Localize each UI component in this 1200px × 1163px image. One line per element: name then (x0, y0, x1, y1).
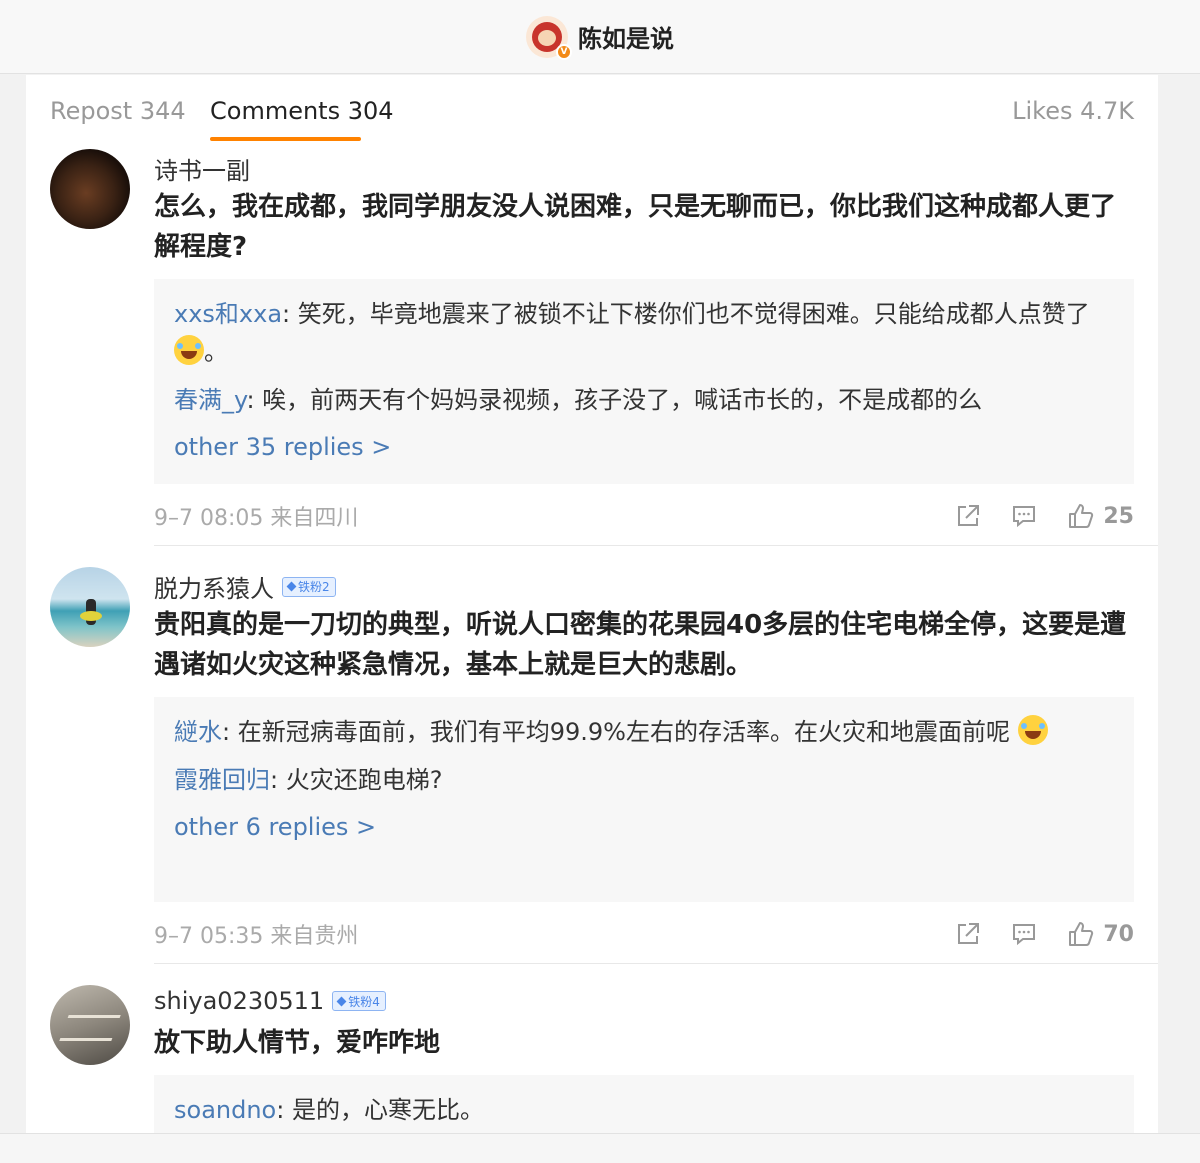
reply-item: soandno: 是的，心寒无比。 (174, 1091, 1114, 1129)
comment-divider (154, 545, 1158, 546)
more-replies-link[interactable]: other 35 replies > (174, 429, 1114, 465)
comment-text: 贵阳真的是一刀切的典型，听说人口密集的花果园40多层的住宅电梯全停，这要是遭遇诸… (154, 610, 1127, 680)
reply-username[interactable]: 縌水 (174, 718, 222, 746)
tab-bar: Repost 344 Comments 304 Likes 4.7K (26, 75, 1158, 147)
laughing-tears-emoji-icon (1017, 715, 1048, 745)
top-bar: V 陈如是说 (0, 0, 1200, 74)
avatar-skeleton (59, 1015, 121, 1041)
reply-separator: : (282, 300, 298, 328)
comment-username-row: 诗书一副 (154, 151, 250, 186)
reply-text: 是的，心寒无比。 (291, 1096, 484, 1124)
reply-item: xxs和xxa: 笑死，毕竟地震来了被锁不让下楼你们也不觉得困难。只能给成都人点… (174, 295, 1114, 371)
comment-text: 放下助人情节，爱咋咋地 (154, 1028, 441, 1058)
comment-actions: 25 (955, 502, 1134, 530)
account-name[interactable]: 陈如是说 (578, 19, 674, 54)
comment-icon[interactable] (1011, 921, 1037, 947)
comment-divider (154, 963, 1158, 964)
fan-badge-label: 铁粉4 (348, 994, 380, 1009)
thumbs-up-icon (1069, 922, 1094, 946)
comment-username[interactable]: shiya0230511 (154, 987, 324, 1015)
tab-repost[interactable]: Repost 344 (50, 97, 186, 125)
more-replies-link[interactable]: other 6 replies > (174, 809, 1114, 845)
reply-separator: : (222, 718, 238, 746)
reply-username[interactable]: 春满_y (174, 386, 246, 414)
reply-text: 唉，前两天有个妈妈录视频，孩子没了，喊话市长的，不是成都的么 (262, 386, 983, 414)
fan-badge: 铁粉2 (282, 576, 336, 597)
monkey-muzzle (538, 29, 556, 46)
user-avatar[interactable] (50, 149, 130, 229)
like-button[interactable]: 25 (1067, 502, 1134, 530)
avatar-float-ring (80, 611, 102, 621)
reply-item: 縌水: 在新冠病毒面前，我们有平均99.9%左右的存活率。在火灾和地震面前呢 (174, 713, 1114, 751)
reply-box: 縌水: 在新冠病毒面前，我们有平均99.9%左右的存活率。在火灾和地震面前呢 霞… (154, 697, 1134, 902)
reply-box: xxs和xxa: 笑死，毕竟地震来了被锁不让下楼你们也不觉得困难。只能给成都人点… (154, 279, 1134, 484)
fan-badge: 铁粉4 (332, 991, 386, 1011)
share-icon[interactable] (955, 503, 981, 529)
user-avatar[interactable] (50, 567, 130, 647)
reply-separator: : (276, 1096, 292, 1124)
tab-likes[interactable]: Likes 4.7K (1012, 97, 1134, 125)
fan-badge-label: 铁粉2 (298, 580, 330, 594)
comments-panel: Repost 344 Comments 304 Likes 4.7K 诗书一副 … (26, 75, 1158, 1133)
reply-text: 笑死，毕竟地震来了被锁不让下楼你们也不觉得困难。只能给成都人点赞了 (297, 300, 1090, 328)
reply-text-tail: 。 (204, 338, 228, 366)
comment-icon[interactable] (1011, 503, 1037, 529)
reply-username[interactable]: xxs和xxa (174, 300, 282, 328)
reply-item: 霞雅回归: 火灾还跑电梯? (174, 761, 1114, 799)
like-button[interactable]: 70 (1067, 920, 1134, 948)
reply-text: 火灾还跑电梯? (285, 766, 443, 794)
verified-badge: V (556, 43, 572, 60)
like-count: 25 (1103, 503, 1134, 529)
account-header[interactable]: V 陈如是说 (526, 15, 674, 60)
thumbs-up-icon (1069, 504, 1094, 528)
reply-box: soandno: 是的，心寒无比。 (154, 1075, 1134, 1133)
comment-username-row: 脱力系猿人 铁粉2 (154, 569, 336, 604)
comment-meta: 9–7 05:35 来自贵州 70 (154, 919, 1134, 950)
reply-item: 春满_y: 唉，前两天有个妈妈录视频，孩子没了，喊话市长的，不是成都的么 (174, 381, 1114, 419)
comment-username-row: shiya0230511 铁粉4 (154, 987, 386, 1015)
bottom-bar (0, 1133, 1200, 1163)
reply-separator: : (246, 386, 263, 414)
comment-username[interactable]: 脱力系猿人 (154, 569, 274, 604)
diamond-icon (286, 581, 297, 592)
reply-separator: : (270, 766, 286, 794)
active-tab-indicator (210, 137, 361, 141)
comment-time: 9–7 05:35 来自贵州 (154, 924, 359, 949)
like-count: 70 (1103, 921, 1134, 947)
account-avatar[interactable]: V (526, 15, 572, 60)
laughing-tears-emoji-icon (174, 335, 204, 365)
share-icon[interactable] (955, 921, 981, 947)
tab-comments[interactable]: Comments 304 (210, 97, 394, 125)
comment-time: 9–7 08:05 来自四川 (154, 506, 359, 531)
reply-username[interactable]: 霞雅回归 (174, 766, 270, 794)
reply-username[interactable]: soandno (174, 1096, 276, 1124)
comment-username[interactable]: 诗书一副 (154, 151, 250, 186)
comment-actions: 70 (955, 920, 1134, 948)
reply-text: 在新冠病毒面前，我们有平均99.9%左右的存活率。在火灾和地震面前呢 (237, 718, 1010, 746)
comment-text: 怎么，我在成都，我同学朋友没人说困难，只是无聊而已，你比我们这种成都人更了解程度… (154, 192, 1117, 262)
user-avatar[interactable] (50, 985, 130, 1065)
diamond-icon (336, 996, 347, 1006)
comment-meta: 9–7 08:05 来自四川 25 (154, 501, 1134, 532)
